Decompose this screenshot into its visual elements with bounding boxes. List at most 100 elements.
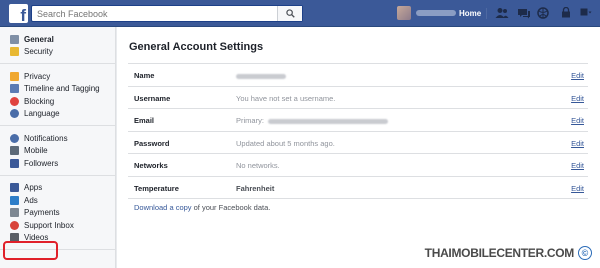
sidebar-group: Privacy Timeline and Tagging Blocking Langu… xyxy=(0,64,115,126)
redacted-value xyxy=(236,73,286,79)
sidebar-group: General Security xyxy=(0,27,115,64)
profile-link[interactable] xyxy=(397,6,456,20)
setting-value: Updated about 5 months ago. xyxy=(236,139,335,148)
settings-row-name[interactable]: Name Edit xyxy=(128,64,588,87)
gear-icon xyxy=(10,34,19,44)
sidebar-group: Apps Ads Payments Support Inbox Videos xyxy=(0,176,115,250)
settings-content: General Account Settings Name Edit Usernam… xyxy=(117,27,600,268)
mobile-icon xyxy=(10,146,19,156)
friend-requests-icon[interactable] xyxy=(495,7,509,19)
sidebar-item-label: Support Inbox xyxy=(24,220,74,230)
edit-link[interactable]: Edit xyxy=(571,94,584,103)
setting-label: Temperature xyxy=(134,183,179,193)
sidebar-item-timeline-and-tagging[interactable]: Timeline and Tagging xyxy=(0,83,115,96)
search-box xyxy=(31,5,303,22)
sidebar-item-support-inbox[interactable]: Support Inbox xyxy=(0,219,115,232)
edit-link[interactable]: Edit xyxy=(571,139,584,148)
setting-label: Networks xyxy=(134,161,168,170)
sidebar-item-apps[interactable]: Apps xyxy=(0,182,115,195)
settings-table: Name Edit Username You have not set a usern… xyxy=(128,63,588,199)
page-title: General Account Settings xyxy=(129,41,264,53)
sidebar-item-label: Payments xyxy=(24,208,60,218)
card-icon xyxy=(10,208,19,218)
timeline-icon xyxy=(10,84,19,94)
setting-value-text: Primary: xyxy=(236,116,264,125)
globe-icon xyxy=(10,109,19,119)
lifebuoy-icon xyxy=(10,220,19,230)
search-icon xyxy=(285,9,295,18)
facebook-logo[interactable]: f xyxy=(9,4,28,24)
setting-label: Password xyxy=(134,138,170,148)
sidebar-item-label: Security xyxy=(24,47,53,57)
copyright-icon: © xyxy=(578,246,592,260)
edit-link[interactable]: Edit xyxy=(571,71,584,80)
sidebar-item-label: Mobile xyxy=(24,146,48,156)
setting-value: Primary: xyxy=(236,116,388,125)
search-input[interactable] xyxy=(32,6,276,21)
setting-value-text: Fahrenheit xyxy=(236,183,275,193)
setting-value: No networks. xyxy=(236,161,280,170)
sidebar-item-label: Privacy xyxy=(24,71,51,81)
setting-value xyxy=(236,71,286,80)
sidebar-item-payments[interactable]: Payments xyxy=(0,207,115,220)
profile-name-redacted xyxy=(416,10,456,16)
setting-value-text: You have not set a username. xyxy=(236,93,336,103)
home-link[interactable]: Home xyxy=(459,9,481,18)
sidebar-item-label: Blocking xyxy=(24,96,55,106)
highlight-annotation xyxy=(3,241,58,260)
download-copy-link[interactable]: Download a copy xyxy=(134,203,192,212)
setting-label: Email xyxy=(134,116,155,125)
settings-row-username[interactable]: Username You have not set a username. Edit xyxy=(128,87,588,109)
sidebar-item-privacy[interactable]: Privacy xyxy=(0,70,115,83)
globe-icon xyxy=(10,133,19,143)
block-icon xyxy=(10,96,19,106)
apps-icon xyxy=(10,183,19,193)
settings-row-networks[interactable]: Networks No networks. Edit xyxy=(128,154,588,177)
sidebar-item-security[interactable]: Security xyxy=(0,46,115,59)
shield-icon xyxy=(10,47,19,57)
settings-sidebar: General Security Privacy Timeline and Taggi… xyxy=(0,27,116,268)
edit-link[interactable]: Edit xyxy=(571,116,584,125)
settings-row-password[interactable]: Password Updated about 5 months ago. Edit xyxy=(128,132,588,154)
sidebar-item-label: Language xyxy=(24,109,60,119)
sidebar-item-language[interactable]: Language xyxy=(0,108,115,121)
setting-label: Name xyxy=(134,71,155,80)
setting-value: Fahrenheit xyxy=(236,184,274,193)
settings-row-email[interactable]: Email Primary: Edit xyxy=(128,109,588,132)
sidebar-item-label: Notifications xyxy=(24,133,68,143)
edit-link[interactable]: Edit xyxy=(571,184,584,193)
redacted-value xyxy=(267,118,388,124)
download-copy-suffix: of your Facebook data. xyxy=(191,203,271,212)
messages-icon[interactable] xyxy=(517,7,531,19)
download-copy-text: Download a copy of your Facebook data. xyxy=(134,203,270,212)
setting-value-text: Updated about 5 months ago. xyxy=(236,138,335,148)
sidebar-item-followers[interactable]: Followers xyxy=(0,157,115,170)
setting-value-text: No networks. xyxy=(236,161,280,170)
sidebar-item-label: Timeline and Tagging xyxy=(24,84,100,94)
setting-value: You have not set a username. xyxy=(236,94,335,103)
sidebar-group: Notifications Mobile Followers xyxy=(0,126,115,176)
sidebar-item-label: Apps xyxy=(24,183,43,193)
sidebar-item-label: General xyxy=(24,34,54,44)
ads-icon xyxy=(10,195,19,205)
lock-icon xyxy=(10,71,19,81)
edit-link[interactable]: Edit xyxy=(571,161,584,170)
setting-label: Username xyxy=(134,93,171,103)
sidebar-item-mobile[interactable]: Mobile xyxy=(0,145,115,158)
sidebar-item-ads[interactable]: Ads xyxy=(0,194,115,207)
notifications-globe-icon[interactable] xyxy=(537,7,549,19)
rss-icon xyxy=(10,158,19,168)
sidebar-item-notifications[interactable]: Notifications xyxy=(0,132,115,145)
account-menu-icon[interactable] xyxy=(580,7,592,18)
divider xyxy=(486,8,487,19)
sidebar-item-label: Ads xyxy=(24,195,38,205)
sidebar-item-label: Followers xyxy=(24,158,59,168)
privacy-shortcuts-icon[interactable] xyxy=(561,7,571,18)
avatar xyxy=(397,6,411,20)
search-button[interactable] xyxy=(277,6,302,21)
watermark: THAIMOBILECENTER.COM xyxy=(424,246,575,260)
top-bar: f Home xyxy=(0,0,600,27)
sidebar-item-blocking[interactable]: Blocking xyxy=(0,95,115,108)
sidebar-item-general[interactable]: General xyxy=(0,33,115,46)
settings-row-temperature[interactable]: Temperature Fahrenheit Edit xyxy=(128,177,588,199)
